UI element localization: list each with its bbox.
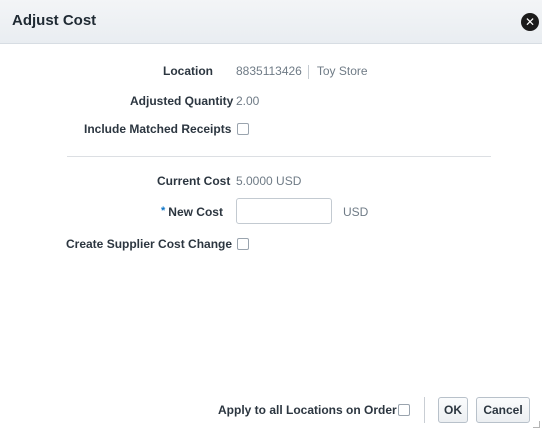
location-id: 8835113426 (236, 64, 302, 78)
adjusted-quantity-value: 2.00 (236, 94, 260, 108)
adjusted-quantity-label: Adjusted Quantity (130, 94, 234, 108)
current-cost-currency: USD (276, 174, 302, 188)
location-value: 8835113426 Toy Store (236, 64, 368, 79)
new-cost-currency: USD (343, 205, 369, 219)
dialog-title: Adjust Cost (12, 12, 97, 29)
resize-handle[interactable] (533, 421, 540, 428)
create-supplier-cost-change-label: Create Supplier Cost Change (66, 237, 233, 251)
include-matched-receipts-checkbox[interactable] (237, 123, 249, 135)
new-cost-label: New Cost (168, 205, 223, 219)
include-matched-receipts-label: Include Matched Receipts (84, 122, 232, 136)
new-cost-input[interactable] (236, 198, 332, 224)
new-cost-label-wrapper: * New Cost (161, 205, 223, 219)
dialog-header: Adjust Cost ✕ (0, 0, 542, 44)
section-divider (67, 156, 491, 157)
cancel-button[interactable]: Cancel (476, 397, 530, 423)
current-cost-label: Current Cost (157, 174, 231, 188)
current-cost-amount: 5.0000 (236, 174, 273, 188)
ok-button[interactable]: OK (438, 397, 468, 423)
current-cost-value: 5.0000 USD (236, 174, 301, 188)
location-label: Location (163, 64, 213, 78)
required-marker: * (161, 205, 166, 217)
close-icon[interactable]: ✕ (521, 13, 539, 31)
apply-all-locations-checkbox[interactable] (398, 404, 410, 416)
location-separator (307, 64, 309, 79)
create-supplier-cost-change-checkbox[interactable] (237, 238, 249, 250)
adjust-cost-dialog: Adjust Cost ✕ Location 8835113426 Toy Sto… (0, 0, 542, 430)
footer-separator (424, 397, 425, 423)
apply-all-locations-label: Apply to all Locations on Order (218, 403, 397, 417)
location-name: Toy Store (316, 64, 368, 78)
